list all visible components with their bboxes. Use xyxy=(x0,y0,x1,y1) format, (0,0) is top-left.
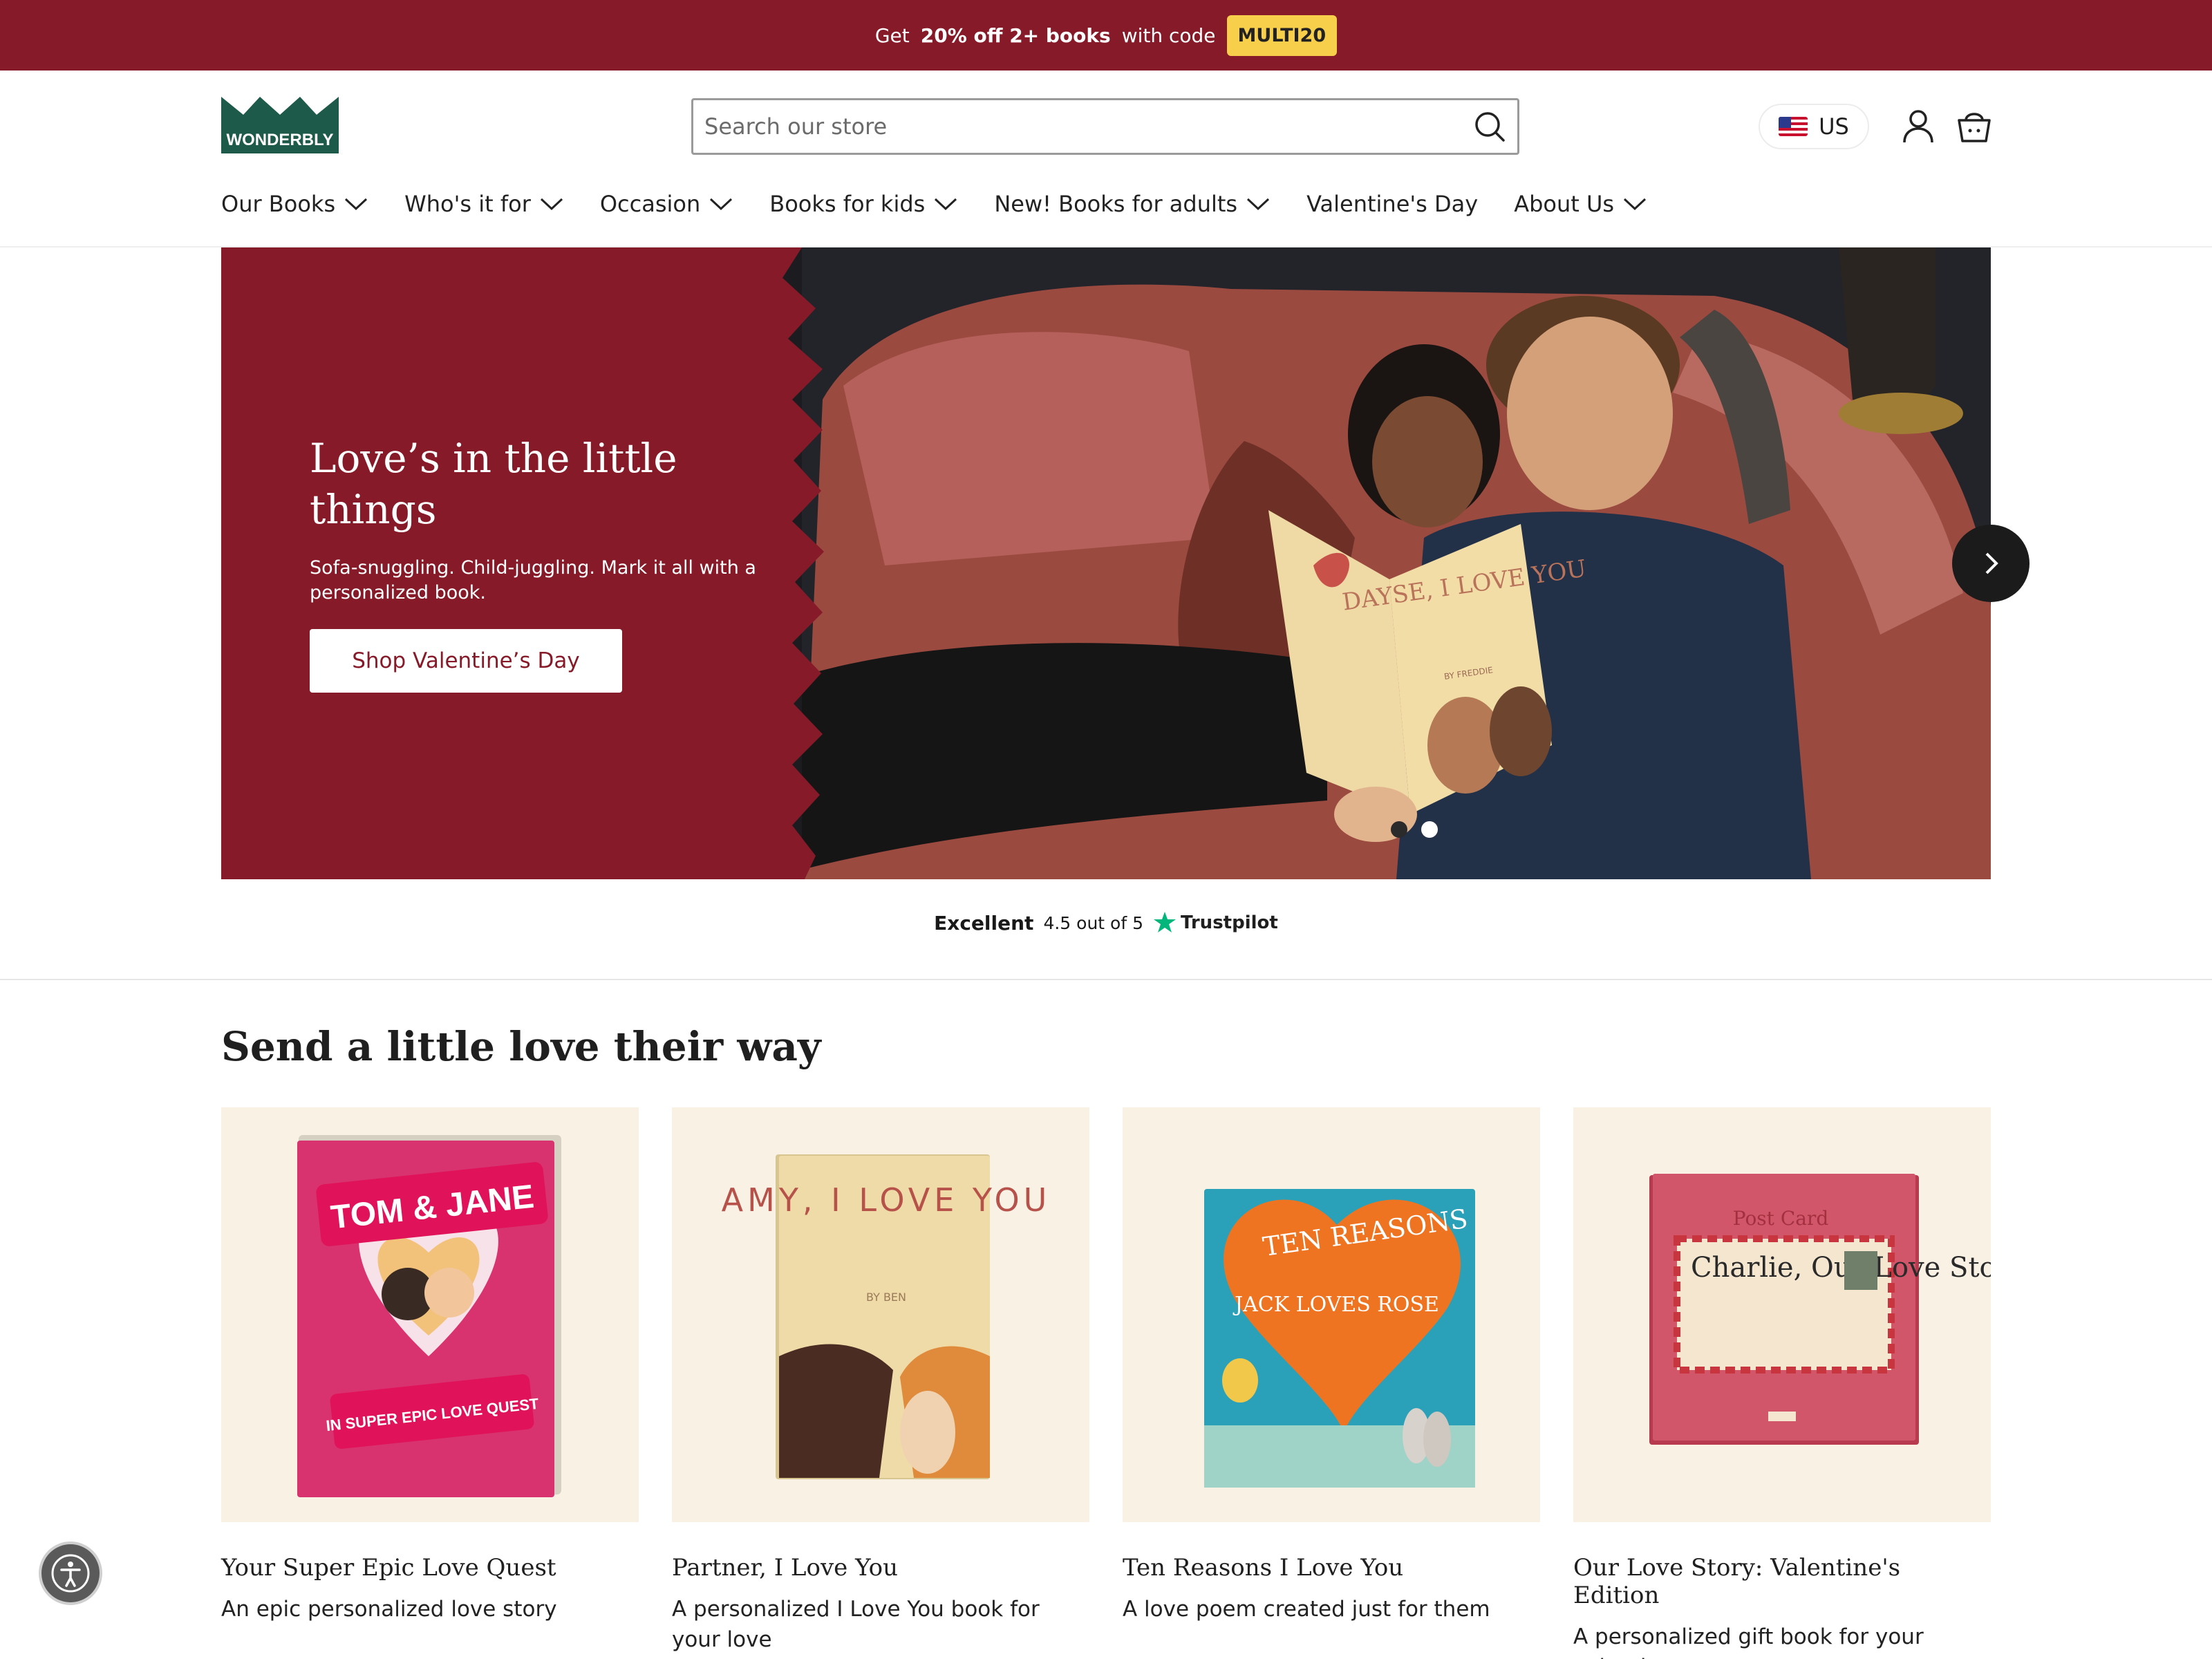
trustpilot-widget[interactable]: Excellent 4.5 out of 5 Trustpilot xyxy=(0,911,2212,935)
basket-icon[interactable] xyxy=(1956,108,1992,144)
product-name[interactable]: Partner, I Love You xyxy=(672,1554,1089,1582)
hero-title: Love’s in the little things xyxy=(310,435,677,533)
us-flag-icon xyxy=(1779,117,1808,136)
nav-valentines-day[interactable]: Valentine's Day xyxy=(1306,191,1478,217)
product-card[interactable]: TEN REASONS JACK LOVES ROSE Ten Reasons … xyxy=(1123,1107,1540,1659)
product-image-ten-reasons[interactable]: TEN REASONS JACK LOVES ROSE xyxy=(1123,1107,1540,1522)
cover-title: AMY, I LOVE YOU xyxy=(722,1181,1051,1219)
product-name[interactable]: Ten Reasons I Love You xyxy=(1123,1554,1540,1582)
nav-our-books[interactable]: Our Books xyxy=(221,191,368,217)
chevron-down-icon xyxy=(710,198,733,211)
nav-label: Who's it for xyxy=(404,191,531,217)
product-card[interactable]: TOM & JANE IN SUPER EPIC LOVE QUEST Your… xyxy=(221,1107,639,1659)
promo-middle: with code xyxy=(1121,24,1216,47)
wonderbly-logo[interactable]: WONDERBLY xyxy=(221,97,339,153)
nav-whos-it-for[interactable]: Who's it for xyxy=(404,191,564,217)
hero-banner: DAYSE, I LOVE YOU BY FREDDIE Love’s in t… xyxy=(221,247,1991,879)
trustpilot-brand: Trustpilot xyxy=(1180,912,1278,933)
section-title: Send a little love their way xyxy=(221,1023,821,1070)
carousel-dot-2[interactable] xyxy=(1421,821,1438,838)
trustpilot-rating: Excellent xyxy=(934,911,1034,935)
promo-bar: Get 20% off 2+ books with code MULTI20 xyxy=(0,0,2212,71)
locale-selector[interactable]: US xyxy=(1759,104,1869,149)
product-desc: A love poem created just for them xyxy=(1123,1597,1490,1622)
carousel-dots xyxy=(1391,821,1438,838)
chevron-down-icon xyxy=(540,198,563,211)
chevron-down-icon xyxy=(345,198,368,211)
logo-text: WONDERBLY xyxy=(226,131,333,149)
promo-code-badge: MULTI20 xyxy=(1226,15,1338,56)
shop-valentines-button[interactable]: Shop Valentine’s Day xyxy=(310,629,622,693)
chevron-down-icon xyxy=(1247,198,1270,211)
product-image-our-love-story[interactable]: Post Card Charlie, Our Love Story xyxy=(1573,1107,2025,1522)
chevron-down-icon xyxy=(1624,198,1647,211)
accessibility-icon xyxy=(51,1554,90,1593)
trustpilot-logo: Trustpilot xyxy=(1153,911,1278,935)
promo-offer: 20% off 2+ books xyxy=(920,24,1111,47)
nav-label: Occasion xyxy=(599,191,701,217)
hero-subtitle: Sofa-snuggling. Child-juggling. Mark it … xyxy=(310,557,756,603)
nav-label: New! Books for adults xyxy=(994,191,1238,217)
search-box[interactable]: Search our store xyxy=(691,98,1519,155)
chevron-down-icon xyxy=(935,198,957,211)
nav-label: About Us xyxy=(1514,191,1615,217)
product-desc: A personalized gift book for your valent… xyxy=(1573,1624,1924,1659)
cover-title: Charlie, Our Love Story xyxy=(1691,1252,1991,1284)
product-card[interactable]: Post Card Charlie, Our Love Story Our Lo… xyxy=(1573,1107,2025,1659)
product-desc: An epic personalized love story xyxy=(221,1597,557,1622)
hero-image-couple-reading: DAYSE, I LOVE YOU BY FREDDIE xyxy=(802,247,1991,879)
product-name[interactable]: Our Love Story: Valentine's Edition xyxy=(1573,1554,1991,1609)
star-icon xyxy=(1153,912,1176,932)
account-icon[interactable] xyxy=(1902,109,1934,144)
locale-label: US xyxy=(1819,113,1849,140)
product-name[interactable]: Your Super Epic Love Quest xyxy=(221,1554,639,1582)
search-input[interactable]: Search our store xyxy=(704,113,1473,140)
nav-books-for-adults[interactable]: New! Books for adults xyxy=(994,191,1271,217)
product-card[interactable]: AMY, I LOVE YOU BY BEN Partner, I Love Y… xyxy=(672,1107,1089,1659)
nav-occasion[interactable]: Occasion xyxy=(600,191,733,217)
section-divider xyxy=(0,979,2212,980)
carousel-next-button[interactable] xyxy=(1952,525,2030,602)
trustpilot-score: 4.5 out of 5 xyxy=(1043,912,1143,933)
search-icon[interactable] xyxy=(1473,110,1506,143)
product-grid: TOM & JANE IN SUPER EPIC LOVE QUEST Your… xyxy=(221,1107,2025,1659)
product-image-partner[interactable]: AMY, I LOVE YOU BY BEN xyxy=(672,1107,1089,1522)
nav-label: Our Books xyxy=(221,191,336,217)
main-nav: Our Books Who's it for Occasion Books fo… xyxy=(221,187,1683,221)
cover-subtitle: JACK LOVES ROSE xyxy=(1232,1293,1439,1317)
product-desc: A personalized I Love You book for your … xyxy=(672,1597,1040,1652)
product-image-love-quest[interactable]: TOM & JANE IN SUPER EPIC LOVE QUEST xyxy=(221,1107,639,1522)
carousel-dot-1[interactable] xyxy=(1391,821,1407,838)
chevron-right-icon xyxy=(1985,552,1998,574)
nav-label: Books for kids xyxy=(769,191,926,217)
accessibility-button[interactable] xyxy=(39,1541,102,1605)
cover-subtitle: Post Card xyxy=(1733,1207,1829,1230)
promo-prefix: Get xyxy=(874,24,910,47)
cover-subtitle: BY BEN xyxy=(866,1291,906,1304)
nav-about-us[interactable]: About Us xyxy=(1514,191,1647,217)
nav-books-for-kids[interactable]: Books for kids xyxy=(769,191,958,217)
nav-label: Valentine's Day xyxy=(1306,191,1479,217)
